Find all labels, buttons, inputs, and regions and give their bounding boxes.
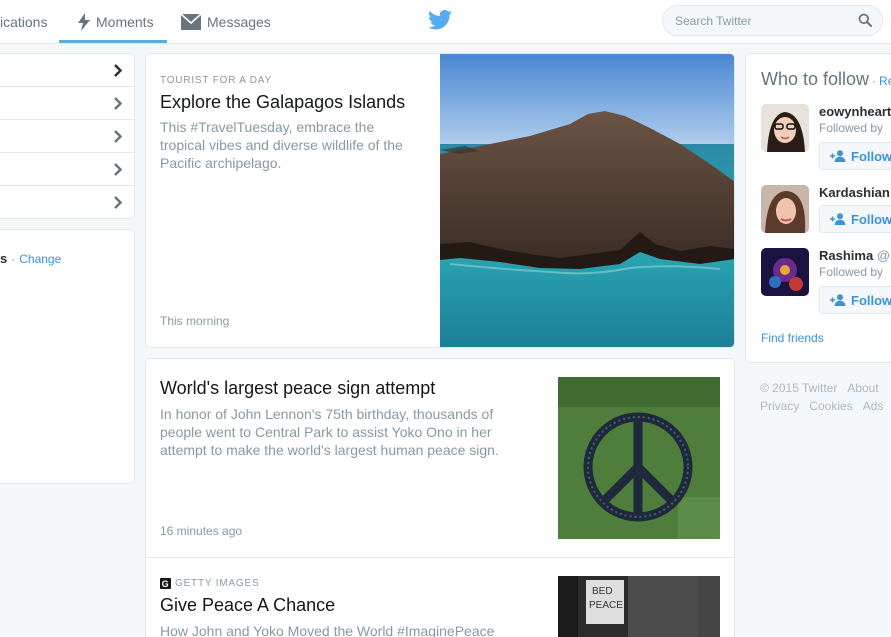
left-menu-row[interactable] [0,153,134,186]
user-name[interactable]: eowynheart [819,104,891,119]
trends-module: s · Change [0,229,135,484]
lightning-icon [78,13,90,31]
left-menu-row[interactable] [0,87,134,120]
chevron-right-icon [114,97,123,115]
follow-button[interactable]: Follow [819,205,891,233]
sign-text-bed: BED [592,586,613,597]
follow-button[interactable]: Follow [819,286,891,314]
trends-title: s [0,251,8,266]
who-to-follow-module: Who to follow·Re eowynheart Followed by … [745,53,891,363]
nav-notifications[interactable]: ications [0,0,47,44]
chevron-right-icon [114,64,123,82]
chevron-right-icon [114,196,123,214]
nav-messages-label: Messages [207,14,271,30]
footer-line: © 2015 Twitter About [760,379,891,397]
add-user-icon [830,294,846,306]
left-menu-row[interactable] [0,186,134,219]
separator-dot: · [11,252,16,266]
envelope-icon [181,14,201,30]
followed-by-text: Followed by [819,265,884,279]
left-menu-row[interactable] [0,120,134,153]
twitter-bird-icon[interactable] [428,10,452,30]
peace-sign-aerial-image[interactable] [558,377,720,539]
card-description: How John and Yoko Moved the World #Imagi… [160,623,495,637]
sign-text-peace: PEACE [589,600,623,611]
user-handle: @s [876,248,891,263]
card-timestamp: This morning [160,314,230,328]
card-eyebrow: TOURIST FOR A DAY [160,75,272,86]
avatar[interactable] [761,185,809,233]
getty-images-icon: g [160,578,171,589]
chevron-right-icon [114,163,123,181]
find-friends-link[interactable]: Find friends [761,331,824,345]
nav-moments-label: Moments [96,14,154,30]
moment-card-peace-sign[interactable]: World's largest peace sign attempt In ho… [145,358,735,558]
search-box[interactable] [662,5,883,36]
separator-dot: · [872,74,877,88]
refresh-link[interactable]: Re [879,74,891,88]
moment-card-give-peace[interactable]: g GETTY IMAGES Give Peace A Chance How J… [145,557,735,637]
moment-card-galapagos[interactable]: TOURIST FOR A DAY Explore the Galapagos … [145,53,735,348]
galapagos-island-image[interactable] [440,54,734,347]
nav-messages[interactable]: Messages [181,0,271,44]
follow-button-label: Follow [851,211,891,227]
card-title[interactable]: World's largest peace sign attempt [160,378,435,399]
follow-button-label: Follow [851,292,891,308]
follow-button-label: Follow [851,148,891,164]
who-to-follow-header: Who to follow·Re [761,69,891,90]
followed-by-text: Followed by [819,121,884,135]
footer-about-link[interactable]: About [847,381,878,395]
avatar[interactable] [761,104,809,152]
footer-cookies-link[interactable]: Cookies [809,399,852,413]
follow-button[interactable]: Follow [819,142,891,170]
footer-privacy-link[interactable]: Privacy [760,399,799,413]
card-eyebrow: GETTY IMAGES [175,578,260,589]
card-title[interactable]: Explore the Galapagos Islands [160,92,405,113]
bed-peace-photo[interactable]: BED PEACE [558,576,720,637]
nav-notifications-label: ications [0,14,48,30]
card-source: g GETTY IMAGES [160,578,259,589]
user-name[interactable]: Kardashian [819,185,890,200]
trends-change-link[interactable]: Change [19,252,61,266]
who-to-follow-title: Who to follow [761,69,870,89]
card-timestamp: 16 minutes ago [160,524,243,538]
footer-line: Privacy Cookies Ads [760,397,891,415]
active-tab-indicator [59,40,167,43]
card-title[interactable]: Give Peace A Chance [160,595,335,616]
add-user-icon [830,213,846,225]
left-menu-row[interactable] [0,54,134,87]
card-description: In honor of John Lennon's 75th birthday,… [160,406,499,458]
avatar[interactable] [761,248,809,296]
user-name[interactable]: Rashima @s [819,248,891,263]
footer-copyright: © 2015 Twitter [760,381,838,395]
card-description: This #TravelTuesday, embrace the tropica… [160,119,403,171]
add-user-icon [830,150,846,162]
search-input[interactable] [675,13,855,28]
top-navigation-bar: ications Moments Messages [0,0,891,44]
left-menu-list [0,53,135,219]
chevron-right-icon [114,130,123,148]
trends-header: s · Change [0,251,61,266]
nav-moments[interactable]: Moments [78,0,154,44]
footer-ads-link[interactable]: Ads [863,399,884,413]
search-icon[interactable] [858,13,872,32]
footer-links: © 2015 Twitter About Privacy Cookies Ads [760,379,891,415]
